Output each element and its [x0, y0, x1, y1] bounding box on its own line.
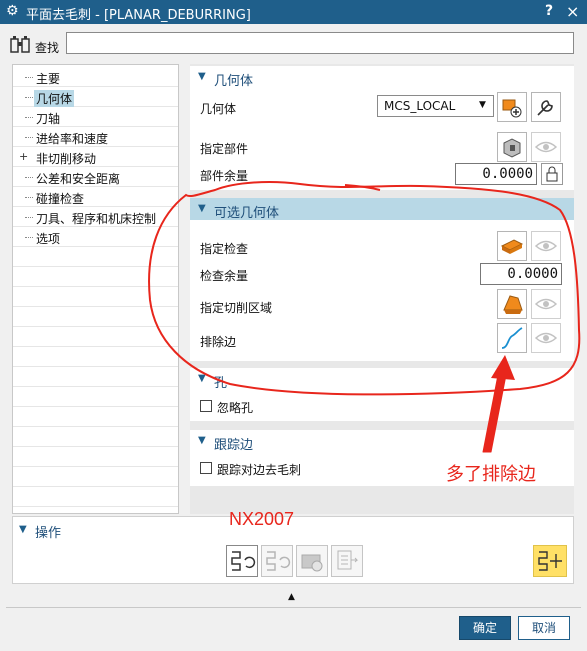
- annotation-circle: [148, 181, 581, 396]
- note-annotation: 多了排除边: [446, 464, 536, 485]
- annotation-arrowhead: [491, 355, 515, 380]
- annotation-overlay: [148, 181, 581, 453]
- version-annotation: NX2007: [229, 509, 295, 529]
- annotation-arrow: [482, 374, 507, 453]
